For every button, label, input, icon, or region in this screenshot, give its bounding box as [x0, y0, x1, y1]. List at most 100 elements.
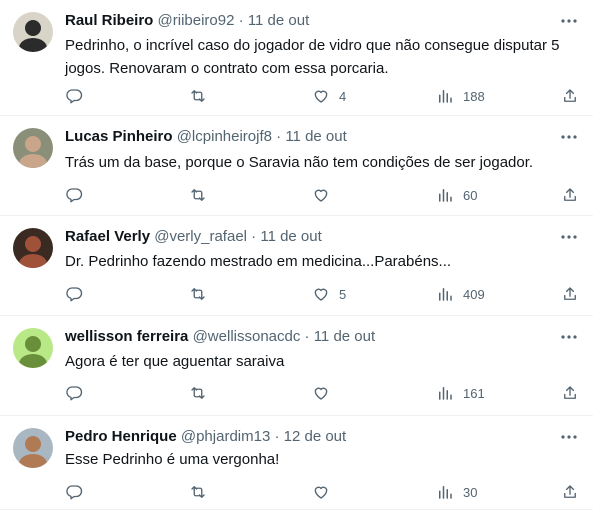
retweet-button[interactable] — [189, 284, 207, 304]
author-name[interactable]: wellisson ferreira — [65, 328, 188, 345]
more-icon[interactable] — [559, 227, 579, 247]
author-handle[interactable]: @wellissonacdc — [193, 328, 301, 345]
like-button[interactable] — [312, 482, 339, 502]
tweet-header: Raul Ribeiro @riibeiro92 · 11 de out — [65, 11, 553, 31]
more-icon[interactable] — [559, 327, 579, 347]
tweet[interactable]: Lucas Pinheiro @lcpinheirojf8 · 11 de ou… — [0, 116, 593, 216]
like-icon — [314, 288, 328, 301]
more-icon[interactable] — [559, 11, 579, 31]
retweet-button[interactable] — [189, 383, 207, 403]
views-count: 188 — [463, 88, 485, 104]
tweet[interactable]: Rafael Verly @verly_rafael · 11 de out D… — [0, 216, 593, 316]
share-icon — [564, 89, 576, 102]
tweet[interactable]: Pedro Henrique @phjardim13 · 12 de out E… — [0, 416, 593, 510]
like-button[interactable] — [312, 383, 339, 403]
reply-button[interactable] — [65, 86, 83, 106]
reply-icon — [66, 287, 83, 302]
views-icon — [439, 189, 452, 202]
author-handle[interactable]: @verly_rafael — [154, 228, 247, 245]
tweet-text: Pedrinho, o incrível caso do jogador de … — [65, 37, 560, 77]
views-button[interactable]: 409 — [436, 284, 485, 304]
tweet-header: Rafael Verly @verly_rafael · 11 de out — [65, 227, 553, 247]
views-icon — [439, 387, 452, 400]
avatar[interactable] — [13, 128, 53, 168]
tweet-text: Dr. Pedrinho fazendo mestrado em medicin… — [65, 253, 452, 270]
tweet-date[interactable]: 11 de out — [285, 128, 346, 145]
like-icon — [314, 189, 328, 202]
author-name[interactable]: Raul Ribeiro — [65, 12, 153, 29]
views-count: 409 — [463, 286, 485, 302]
separator-dot: · — [274, 428, 280, 445]
avatar[interactable] — [13, 228, 53, 268]
views-icon — [439, 288, 452, 301]
views-button[interactable]: 30 — [436, 482, 477, 502]
separator-dot: · — [251, 228, 257, 245]
reply-button[interactable] — [65, 284, 83, 304]
tweet-date[interactable]: 11 de out — [248, 12, 309, 29]
tweet[interactable]: wellisson ferreira @wellissonacdc · 11 d… — [0, 316, 593, 416]
like-icon — [314, 90, 328, 103]
separator-dot: · — [276, 128, 282, 145]
author-name[interactable]: Pedro Henrique — [65, 428, 177, 445]
author-name[interactable]: Lucas Pinheiro — [65, 128, 173, 145]
retweet-button[interactable] — [189, 185, 207, 205]
like-button[interactable]: 4 — [312, 86, 346, 106]
avatar[interactable] — [13, 428, 53, 468]
tweet-date[interactable]: 12 de out — [284, 428, 347, 445]
author-handle[interactable]: @phjardim13 — [181, 428, 270, 445]
retweet-button[interactable] — [189, 86, 207, 106]
share-button[interactable] — [561, 284, 579, 304]
reply-button[interactable] — [65, 185, 83, 205]
like-icon — [314, 387, 328, 400]
views-count: 30 — [463, 484, 478, 500]
tweet-date[interactable]: 11 de out — [260, 228, 321, 245]
views-button[interactable]: 161 — [436, 383, 485, 403]
share-button[interactable] — [561, 482, 579, 502]
like-button[interactable]: 5 — [312, 284, 346, 304]
share-icon — [564, 287, 576, 300]
views-count: 60 — [463, 187, 478, 203]
more-icon[interactable] — [559, 127, 579, 147]
tweet-actions: 5 409 — [65, 284, 579, 304]
retweet-icon — [191, 288, 205, 300]
views-icon — [439, 486, 452, 499]
tweet-header: wellisson ferreira @wellissonacdc · 11 d… — [65, 327, 553, 347]
author-name[interactable]: Rafael Verly — [65, 228, 150, 245]
reply-icon — [66, 386, 83, 401]
like-icon — [314, 486, 328, 499]
author-handle[interactable]: @riibeiro92 — [158, 12, 235, 29]
views-count: 161 — [463, 385, 485, 401]
tweet-text: Agora é ter que aguentar saraiva — [65, 353, 285, 370]
author-handle[interactable]: @lcpinheirojf8 — [177, 128, 272, 145]
views-button[interactable]: 60 — [436, 185, 477, 205]
like-count: 5 — [339, 286, 347, 302]
like-count: 4 — [339, 88, 347, 104]
avatar[interactable] — [13, 12, 53, 52]
tweet-date[interactable]: 11 de out — [314, 328, 375, 345]
reply-icon — [66, 89, 83, 104]
tweet-actions: 60 — [65, 185, 579, 205]
retweet-icon — [191, 90, 205, 102]
tweet-header: Pedro Henrique @phjardim13 · 12 de out — [65, 427, 553, 447]
share-icon — [564, 485, 576, 498]
tweet-actions: 30 — [65, 482, 579, 502]
retweet-icon — [191, 486, 205, 498]
share-button[interactable] — [561, 86, 579, 106]
separator-dot: · — [238, 12, 244, 29]
share-button[interactable] — [561, 383, 579, 403]
reply-button[interactable] — [65, 383, 83, 403]
share-button[interactable] — [561, 185, 579, 205]
tweet[interactable]: Raul Ribeiro @riibeiro92 · 11 de out Ped… — [0, 0, 593, 116]
avatar[interactable] — [13, 328, 53, 368]
tweet-actions: 4 188 — [65, 86, 579, 106]
share-icon — [564, 188, 576, 201]
more-icon[interactable] — [559, 427, 579, 447]
tweet-text: Trás um da base, porque o Saravia não te… — [65, 154, 534, 171]
retweet-button[interactable] — [189, 482, 207, 502]
reply-button[interactable] — [65, 482, 83, 502]
like-button[interactable] — [312, 185, 339, 205]
tweet-text: Esse Pedrinho é uma vergonha! — [65, 451, 280, 468]
tweet-actions: 161 — [65, 383, 579, 403]
views-button[interactable]: 188 — [436, 86, 485, 106]
share-icon — [564, 386, 576, 399]
